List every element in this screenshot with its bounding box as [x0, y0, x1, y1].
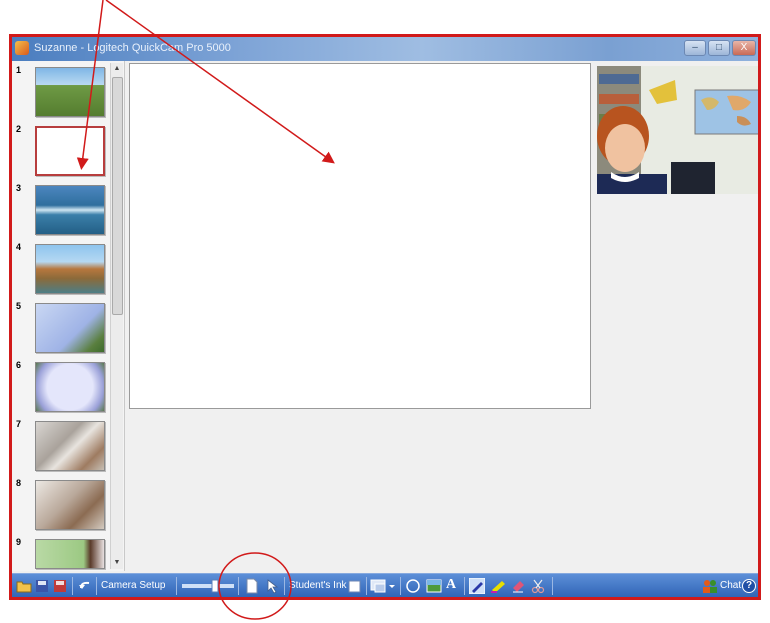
students-ink-label: Student's Ink: [289, 580, 347, 591]
toolbar-divider: [72, 577, 73, 595]
slide-number: 5: [16, 301, 22, 311]
eraser-icon[interactable]: [510, 578, 526, 594]
slide-thumbnail[interactable]: [35, 421, 105, 471]
webcam-feed-image: [597, 66, 758, 194]
slide-item[interactable]: 2: [12, 124, 124, 184]
title-bar[interactable]: Suzanne - Logitech QuickCam Pro 5000 – □…: [12, 37, 758, 61]
toolbar-divider: [176, 577, 177, 595]
slide-number: 7: [16, 419, 22, 429]
image-icon[interactable]: [426, 578, 442, 594]
slide-number: 1: [16, 65, 22, 75]
bottom-toolbar: Camera Setup Student's Ink A Chat ?: [12, 573, 758, 597]
window-title: Suzanne - Logitech QuickCam Pro 5000: [34, 42, 231, 54]
slide-number: 6: [16, 360, 22, 370]
slide-number: 4: [16, 242, 22, 252]
slide-strip: 1 2 3 4 5 6 7 8 9 ▲ ▼: [12, 61, 125, 571]
maximize-button[interactable]: □: [708, 40, 730, 56]
pen-icon[interactable]: [469, 578, 485, 594]
whiteboard-canvas[interactable]: [129, 63, 591, 409]
slide-item[interactable]: 8: [12, 478, 124, 538]
scroll-thumb[interactable]: [112, 77, 123, 315]
slide-item[interactable]: 1: [12, 65, 124, 125]
app-window: Suzanne - Logitech QuickCam Pro 5000 – □…: [9, 34, 761, 600]
slide-scrollbar[interactable]: ▲ ▼: [110, 63, 123, 569]
slide-number: 8: [16, 478, 22, 488]
display-icon[interactable]: [370, 578, 396, 594]
pointer-icon[interactable]: [264, 578, 280, 594]
people-icon[interactable]: [702, 578, 718, 594]
toolbar-divider: [400, 577, 401, 595]
webcam-video: [597, 66, 758, 194]
app-icon: [15, 41, 29, 55]
close-button[interactable]: X: [732, 40, 756, 56]
camera-setup-button[interactable]: Camera Setup: [101, 580, 165, 596]
slide-thumbnail[interactable]: [35, 480, 105, 530]
scroll-down-icon[interactable]: ▼: [111, 557, 123, 569]
slide-number: 9: [16, 537, 22, 547]
save-icon[interactable]: [34, 578, 50, 594]
checkbox-icon[interactable]: [347, 578, 363, 594]
scissors-icon[interactable]: [530, 578, 546, 594]
slide-item[interactable]: 7: [12, 419, 124, 479]
toolbar-divider: [552, 577, 553, 595]
undo-icon[interactable]: [77, 578, 93, 594]
highlighter-icon[interactable]: [490, 578, 506, 594]
slide-number: 2: [16, 124, 22, 134]
slide-item[interactable]: 5: [12, 301, 124, 361]
disk-icon[interactable]: [52, 578, 68, 594]
slide-thumbnail[interactable]: [35, 362, 105, 412]
slide-thumbnail[interactable]: [35, 67, 105, 117]
slide-thumbnail[interactable]: [35, 303, 105, 353]
slide-number: 3: [16, 183, 22, 193]
scroll-up-icon[interactable]: ▲: [111, 63, 123, 75]
slide-thumbnail-selected[interactable]: [35, 126, 105, 176]
slide-thumbnail[interactable]: [35, 185, 105, 235]
slide-thumbnail[interactable]: [35, 244, 105, 294]
circle-tool-icon[interactable]: [405, 578, 421, 594]
chat-button[interactable]: Chat: [720, 580, 741, 596]
page-icon[interactable]: [244, 578, 260, 594]
toolbar-divider: [284, 577, 285, 595]
slider-icon[interactable]: [182, 578, 234, 594]
slide-item[interactable]: 6: [12, 360, 124, 420]
toolbar-divider: [464, 577, 465, 595]
slide-item[interactable]: 4: [12, 242, 124, 302]
toolbar-divider: [366, 577, 367, 595]
toolbar-divider: [96, 577, 97, 595]
minimize-button[interactable]: –: [684, 40, 706, 56]
toolbar-divider: [238, 577, 239, 595]
open-icon[interactable]: [16, 578, 32, 594]
slide-thumbnail[interactable]: [35, 539, 105, 569]
help-icon[interactable]: ?: [742, 579, 756, 593]
text-tool-button[interactable]: A: [446, 577, 456, 593]
slide-item[interactable]: 3: [12, 183, 124, 243]
